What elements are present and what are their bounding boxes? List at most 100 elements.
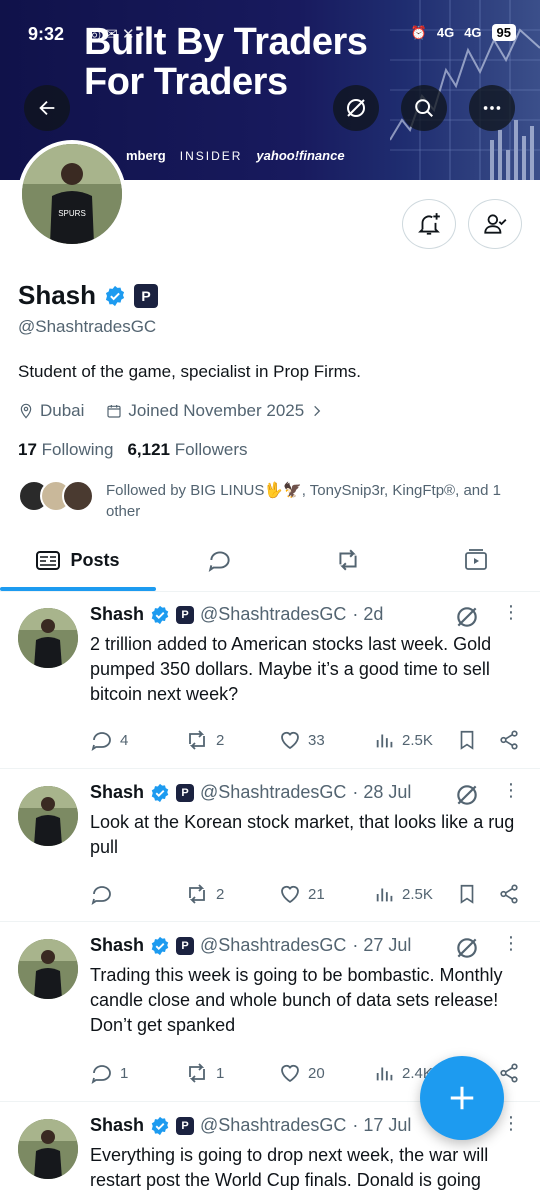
reply-icon	[91, 886, 111, 906]
repost-icon	[189, 730, 205, 750]
banner-logos: mberg INSIDER yahoo!finance	[126, 148, 345, 163]
search-button[interactable]	[401, 85, 447, 131]
post-actions: 4 2 33 2.5K	[90, 726, 530, 754]
share-button[interactable]	[498, 728, 520, 752]
post-author-name[interactable]: Shash	[90, 604, 144, 625]
grok-button[interactable]	[333, 85, 379, 131]
views-button[interactable]: 2.5K	[374, 729, 433, 751]
network-2: 4G	[464, 25, 482, 40]
joined-date[interactable]: Joined November 2025	[106, 401, 324, 421]
post-text: Look at the Korean stock market, that lo…	[90, 812, 515, 857]
repost-button[interactable]: 2	[184, 728, 224, 752]
back-button[interactable]	[24, 85, 70, 131]
tab-posts[interactable]: Posts	[0, 530, 156, 590]
like-button[interactable]: 21	[278, 882, 325, 906]
bookmark-button[interactable]	[456, 728, 478, 752]
avatar-image	[18, 786, 78, 846]
more-options-button[interactable]	[469, 85, 515, 131]
repost-icon	[189, 884, 205, 904]
post-author-handle: @ShashtradesGC	[200, 782, 347, 802]
verified-icon	[151, 936, 169, 955]
views-icon	[376, 888, 393, 902]
views-icon	[376, 734, 393, 748]
verified-icon[interactable]	[104, 285, 126, 307]
share-icon	[500, 1063, 518, 1083]
grok-icon[interactable]	[454, 604, 480, 630]
location: Dubai	[18, 401, 84, 421]
following-button[interactable]	[468, 199, 522, 249]
status-bar: 9:32 ◎ ✉ ✕ • ⏰ 4G 4G 95	[0, 0, 540, 68]
repost-tab-icon	[339, 549, 357, 571]
heart-icon	[281, 1064, 299, 1083]
views-button[interactable]: 2.5K	[374, 883, 433, 905]
compose-post-button[interactable]	[420, 1056, 504, 1140]
tab-media[interactable]	[446, 530, 506, 590]
post-header: Shash P @ShashtradesGC · 27 Jul	[90, 935, 411, 956]
post-avatar[interactable]	[18, 939, 78, 999]
views-icon	[376, 1067, 393, 1081]
profile-meta: Dubai Joined November 2025	[18, 401, 324, 421]
share-button[interactable]	[498, 882, 520, 906]
post-item[interactable]: Shash P @ShashtradesGC · 2d ⋮ 2 trillion…	[0, 592, 540, 769]
avatar-image	[18, 608, 78, 668]
follower-avatars	[18, 480, 94, 522]
verified-icon	[151, 605, 169, 624]
post-author-name[interactable]: Shash	[90, 782, 144, 803]
tab-replies[interactable]	[190, 530, 250, 590]
post-more-icon[interactable]: ⋮	[502, 1114, 520, 1132]
repost-button[interactable]: 2	[184, 882, 224, 906]
grok-icon[interactable]	[454, 935, 480, 961]
profile-handle: @ShashtradesGC	[18, 317, 157, 336]
bookmark-icon	[460, 730, 474, 750]
follower-avatar	[62, 480, 94, 512]
tab-highlights[interactable]	[318, 530, 378, 590]
post-author-name[interactable]: Shash	[90, 1115, 144, 1136]
user-check-icon	[484, 214, 507, 234]
affiliate-badge-icon[interactable]: P	[134, 283, 159, 308]
profile-avatar[interactable]: SPURS	[18, 140, 126, 248]
post-avatar[interactable]	[18, 608, 78, 668]
heart-icon	[281, 731, 299, 750]
like-button[interactable]: 20	[278, 1061, 325, 1085]
followers-stat[interactable]: 6,121 Followers	[127, 440, 247, 460]
followed-by-text: Followed by BIG LINUS🖖🦅, TonySnip3r, Kin…	[106, 482, 501, 520]
post-item[interactable]: Shash P @ShashtradesGC · 28 Jul ⋮ Look a…	[0, 770, 540, 922]
post-author-handle: @ShashtradesGC	[200, 604, 347, 624]
post-author-name[interactable]: Shash	[90, 935, 144, 956]
share-button[interactable]	[498, 1061, 520, 1085]
profile-tabs: Posts	[0, 530, 540, 592]
affiliate-badge-icon: P	[176, 783, 195, 802]
post-actions: 2 21 2.5K	[90, 880, 530, 908]
post-time: · 17 Jul	[352, 1115, 412, 1135]
post-author-handle: @ShashtradesGC	[200, 935, 347, 955]
verified-icon	[151, 1116, 169, 1135]
post-text: Everything is going to drop next week, t…	[90, 1145, 489, 1190]
battery-indicator: 95	[491, 24, 516, 41]
media-icon	[465, 549, 487, 570]
like-button[interactable]: 33	[278, 728, 325, 752]
grok-icon[interactable]	[454, 782, 480, 808]
search-icon	[415, 99, 433, 117]
post-author-handle: @ShashtradesGC	[200, 1115, 347, 1135]
reply-button[interactable]	[90, 882, 120, 906]
post-avatar[interactable]	[18, 786, 78, 846]
notifications-button[interactable]	[402, 199, 456, 249]
chevron-right-icon	[314, 405, 321, 417]
post-more-icon[interactable]: ⋮	[502, 603, 520, 621]
post-text: Trading this week is going to be bombast…	[90, 965, 503, 1035]
profile-bio: Student of the game, specialist in Prop …	[18, 362, 361, 381]
reply-button[interactable]: 1	[90, 1061, 128, 1085]
post-avatar[interactable]	[18, 1119, 78, 1179]
calendar-icon	[107, 405, 122, 418]
affiliate-badge-icon: P	[176, 936, 195, 955]
post-more-icon[interactable]: ⋮	[502, 934, 520, 952]
repost-button[interactable]: 1	[184, 1061, 224, 1085]
reply-icon	[91, 732, 111, 752]
more-icon	[483, 106, 501, 110]
affiliate-badge-icon: P	[176, 1116, 195, 1135]
following-stat[interactable]: 17 Following	[18, 440, 113, 460]
bookmark-button[interactable]	[456, 882, 478, 906]
reply-button[interactable]: 4	[90, 728, 128, 752]
post-more-icon[interactable]: ⋮	[502, 781, 520, 799]
followed-by[interactable]: Followed by BIG LINUS🖖🦅, TonySnip3r, Kin…	[18, 480, 506, 522]
